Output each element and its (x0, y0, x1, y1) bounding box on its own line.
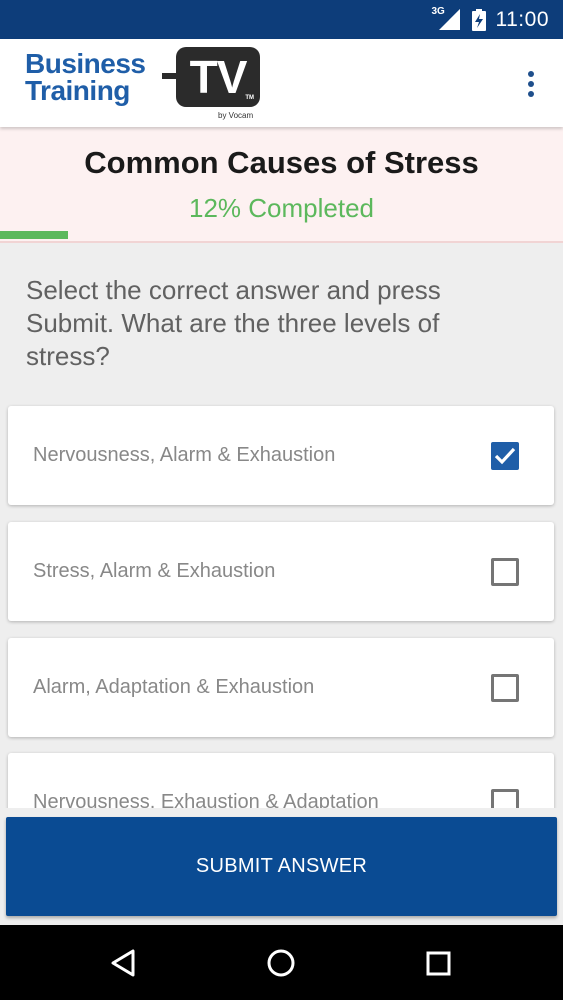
progress-bar-fill (0, 231, 68, 239)
signal-icon (438, 9, 460, 30)
recents-square-icon[interactable] (418, 943, 458, 983)
answer-label: Nervousness, Exhaustion & Adaptation (33, 791, 379, 808)
course-header: Common Causes of Stress 12% Completed (0, 127, 563, 243)
business-training-tv-logo: Business Training TV TM by Vocam (24, 45, 264, 121)
status-icons: 3G 11:00 (432, 0, 550, 39)
course-title: Common Causes of Stress (84, 145, 479, 180)
checkbox-unchecked-icon[interactable] (491, 674, 519, 702)
progress-text: 12% Completed (189, 193, 374, 223)
overflow-menu-icon[interactable] (521, 67, 541, 101)
answer-option[interactable]: Stress, Alarm & Exhaustion (8, 522, 554, 621)
logo-tv-text: TV (189, 51, 248, 103)
checkbox-unchecked-icon[interactable] (491, 558, 519, 586)
logo-tagline: by Vocam (218, 111, 254, 120)
answer-label: Alarm, Adaptation & Exhaustion (33, 676, 315, 698)
status-bar: 3G 11:00 (0, 0, 563, 39)
answer-label: Stress, Alarm & Exhaustion (33, 560, 276, 582)
signal-indicator: 3G (432, 0, 462, 39)
checkbox-checked-icon[interactable] (491, 442, 519, 470)
back-triangle-icon[interactable] (104, 943, 144, 983)
app-bar: Business Training TV TM by Vocam (0, 39, 563, 127)
progress-bar (0, 231, 563, 239)
logo-tv-box: TV TM (176, 47, 260, 107)
answer-option[interactable]: Nervousness, Exhaustion & Adaptation (8, 753, 554, 808)
answer-list[interactable]: Nervousness, Alarm & Exhaustion Stress, A… (0, 400, 563, 808)
logo-trademark: TM (245, 95, 254, 101)
checkbox-unchecked-icon[interactable] (491, 789, 519, 808)
battery-icon (471, 8, 486, 31)
answer-label: Nervousness, Alarm & Exhaustion (33, 444, 336, 466)
menu-dot (528, 81, 534, 87)
status-time: 11:00 (495, 7, 549, 31)
menu-dot (528, 71, 534, 77)
navigation-bar (0, 925, 563, 1000)
question-text: Select the correct answer and press Subm… (26, 275, 441, 371)
menu-dot (528, 91, 534, 97)
answer-option[interactable]: Nervousness, Alarm & Exhaustion (8, 406, 554, 505)
logo-line1: Business (25, 48, 146, 79)
home-circle-icon[interactable] (261, 943, 301, 983)
answer-option[interactable]: Alarm, Adaptation & Exhaustion (8, 638, 554, 737)
logo-line2: Training (25, 75, 130, 106)
submit-answer-button[interactable]: SUBMIT ANSWER (6, 817, 557, 916)
